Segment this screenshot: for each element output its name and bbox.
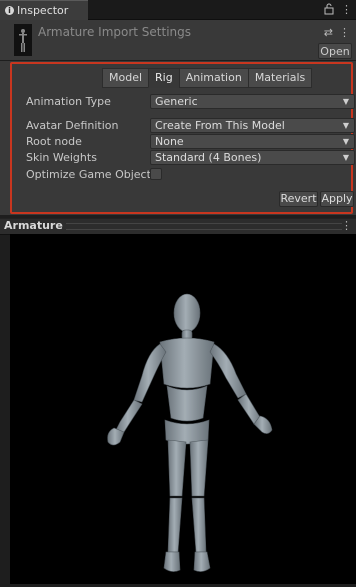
dropdown-arrow-icon: ▼ bbox=[342, 137, 349, 146]
tab-animation[interactable]: Animation bbox=[178, 68, 249, 88]
apply-button[interactable]: Apply bbox=[320, 191, 354, 207]
model-preview-viewport[interactable] bbox=[10, 234, 356, 584]
lock-icon[interactable] bbox=[324, 3, 334, 18]
dropdown-arrow-icon: ▼ bbox=[342, 97, 349, 106]
skin-weights-value: Standard (4 Bones) bbox=[155, 151, 262, 164]
kebab-menu-icon[interactable]: ⋮ bbox=[339, 26, 350, 39]
kebab-menu-icon[interactable]: ⋮ bbox=[341, 3, 352, 18]
open-button[interactable]: Open bbox=[318, 43, 352, 59]
skin-weights-label: Skin Weights bbox=[26, 151, 97, 164]
preset-icon[interactable]: ⇄ bbox=[324, 26, 333, 39]
page-title: Armature Import Settings bbox=[38, 25, 192, 39]
optimize-game-objects-label: Optimize Game Objects bbox=[26, 168, 157, 181]
animation-type-value: Generic bbox=[155, 95, 198, 108]
root-node-label: Root node bbox=[26, 135, 82, 148]
tab-model[interactable]: Model bbox=[102, 68, 150, 88]
inspector-tab-label: Inspector bbox=[17, 4, 69, 17]
optimize-game-objects-checkbox[interactable] bbox=[150, 168, 162, 180]
avatar-definition-label: Avatar Definition bbox=[26, 119, 119, 132]
skin-weights-dropdown[interactable]: Standard (4 Bones) ▼ bbox=[150, 150, 355, 165]
header-icons: ⇄ ⋮ bbox=[324, 26, 350, 39]
preview-title: Armature bbox=[4, 219, 63, 232]
tab-materials[interactable]: Materials bbox=[247, 68, 313, 88]
inspector-tab[interactable]: i Inspector bbox=[0, 0, 88, 20]
revert-button[interactable]: Revert bbox=[279, 191, 318, 207]
drag-handle[interactable] bbox=[66, 223, 342, 230]
animation-type-label: Animation Type bbox=[26, 95, 111, 108]
tab-rig[interactable]: Rig bbox=[148, 68, 180, 88]
info-icon: i bbox=[5, 6, 14, 15]
animation-type-dropdown[interactable]: Generic ▼ bbox=[150, 94, 355, 109]
avatar-definition-value: Create From This Model bbox=[155, 119, 285, 132]
root-node-value: None bbox=[155, 135, 184, 148]
window-icons: ⋮ bbox=[324, 3, 352, 18]
avatar-definition-dropdown[interactable]: Create From This Model ▼ bbox=[150, 118, 355, 133]
mannequin-model bbox=[107, 293, 273, 572]
dropdown-arrow-icon: ▼ bbox=[342, 153, 349, 162]
dropdown-arrow-icon: ▼ bbox=[342, 121, 349, 130]
import-tabs: Model Rig Animation Materials bbox=[102, 68, 313, 88]
kebab-menu-icon[interactable]: ⋮ bbox=[341, 219, 352, 232]
asset-thumbnail bbox=[14, 24, 32, 56]
root-node-dropdown[interactable]: None ▼ bbox=[150, 134, 355, 149]
